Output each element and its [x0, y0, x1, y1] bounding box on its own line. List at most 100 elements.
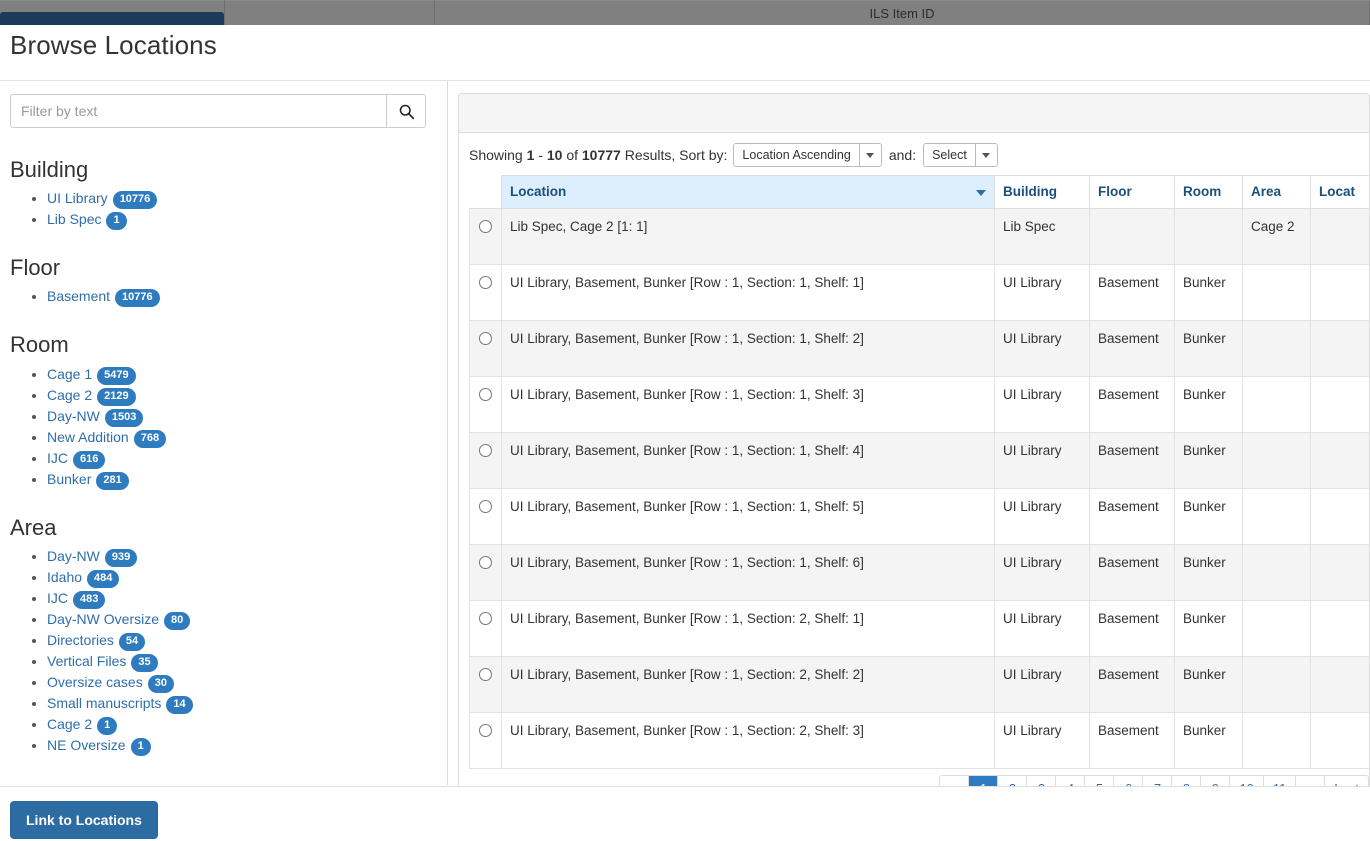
row-select-cell[interactable]: [469, 320, 502, 377]
cell-floor: Basement: [1089, 656, 1175, 713]
row-select-cell[interactable]: [469, 600, 502, 657]
column-header-room[interactable]: Room: [1174, 175, 1243, 209]
facet-link-vertical-files[interactable]: Vertical Files: [47, 653, 126, 669]
facet-link-ijc[interactable]: IJC: [47, 590, 68, 606]
table-row[interactable]: UI Library, Basement, Bunker [Row : 1, S…: [469, 544, 1369, 601]
row-select-radio[interactable]: [479, 388, 492, 401]
cell-location-code: [1310, 712, 1369, 769]
facet-link-oversize-cases[interactable]: Oversize cases: [47, 674, 143, 690]
facet-link-day-nw-oversize[interactable]: Day-NW Oversize: [47, 611, 159, 627]
facet-item: Cage 2 1: [47, 714, 437, 735]
filter-input[interactable]: [10, 94, 386, 128]
cell-floor: Basement: [1089, 320, 1175, 377]
row-select-cell[interactable]: [469, 712, 502, 769]
row-select-cell[interactable]: [469, 656, 502, 713]
row-select-cell[interactable]: [469, 264, 502, 321]
column-header-area[interactable]: Area: [1242, 175, 1311, 209]
facet-link-ne-oversize[interactable]: NE Oversize: [47, 737, 126, 753]
facet-link-small-manuscripts[interactable]: Small manuscripts: [47, 695, 161, 711]
results-label: Results, Sort by:: [624, 147, 728, 163]
tab-ils-item-id[interactable]: ILS Item ID: [435, 0, 1370, 25]
sort-descending-icon: [976, 190, 986, 196]
facet-link-idaho[interactable]: Idaho: [47, 569, 82, 585]
facet-item: Lib Spec 1: [47, 209, 437, 231]
facet-item: Vertical Files 35: [47, 651, 437, 672]
facet-count-badge: 2129: [97, 387, 136, 406]
facet-link-day-nw[interactable]: Day-NW: [47, 548, 100, 564]
column-header-floor[interactable]: Floor: [1089, 175, 1175, 209]
row-select-radio[interactable]: [479, 500, 492, 513]
facet-count-badge: 54: [118, 632, 146, 651]
sort-secondary-select[interactable]: Select: [923, 143, 998, 167]
tab-second[interactable]: [225, 0, 435, 25]
facet-item: Idaho 484: [47, 567, 437, 588]
row-select-radio[interactable]: [479, 332, 492, 345]
facet-link-cage-2[interactable]: Cage 2: [47, 387, 92, 403]
search-button[interactable]: [386, 94, 426, 128]
facet-link-directories[interactable]: Directories: [47, 632, 114, 648]
row-select-cell[interactable]: [469, 208, 502, 265]
top-tab-strip: ILS Item ID: [0, 0, 1370, 25]
range-dash: -: [538, 147, 543, 163]
column-header-building[interactable]: Building: [994, 175, 1090, 209]
row-select-cell[interactable]: [469, 432, 502, 489]
row-select-radio[interactable]: [479, 556, 492, 569]
table-row[interactable]: UI Library, Basement, Bunker [Row : 1, S…: [469, 432, 1369, 489]
facet-count-badge: 616: [73, 450, 106, 469]
sort-primary-chevron-down-icon[interactable]: [858, 144, 881, 166]
cell-location: UI Library, Basement, Bunker [Row : 1, S…: [501, 432, 995, 489]
cell-location: UI Library, Basement, Bunker [Row : 1, S…: [501, 712, 995, 769]
facet-link-basement[interactable]: Basement: [47, 288, 110, 304]
row-select-radio[interactable]: [479, 612, 492, 625]
table-row[interactable]: Lib Spec, Cage 2 [1: 1] Lib Spec Cage 2: [469, 208, 1369, 265]
column-header-location[interactable]: Location: [501, 175, 995, 209]
cell-building: UI Library: [994, 600, 1090, 657]
row-select-radio[interactable]: [479, 220, 492, 233]
row-select-cell[interactable]: [469, 488, 502, 545]
facet-link-lib-spec[interactable]: Lib Spec: [47, 211, 101, 227]
table-row[interactable]: UI Library, Basement, Bunker [Row : 1, S…: [469, 656, 1369, 713]
row-select-radio[interactable]: [479, 724, 492, 737]
column-header-building-label: Building: [1003, 184, 1057, 199]
range-start: 1: [526, 147, 535, 163]
cell-floor: Basement: [1089, 600, 1175, 657]
cell-building: UI Library: [994, 544, 1090, 601]
cell-building: Lib Spec: [994, 208, 1090, 265]
cell-room: Bunker: [1174, 488, 1243, 545]
table-row[interactable]: UI Library, Basement, Bunker [Row : 1, S…: [469, 376, 1369, 433]
facet-count-badge: 484: [87, 569, 120, 588]
of-label: of: [566, 147, 578, 163]
cell-room: Bunker: [1174, 544, 1243, 601]
cell-building: UI Library: [994, 712, 1090, 769]
facet-link-ijc[interactable]: IJC: [47, 450, 68, 466]
table-row[interactable]: UI Library, Basement, Bunker [Row : 1, S…: [469, 320, 1369, 377]
facet-link-bunker[interactable]: Bunker: [47, 471, 91, 487]
row-select-radio[interactable]: [479, 276, 492, 289]
table-row[interactable]: UI Library, Basement, Bunker [Row : 1, S…: [469, 264, 1369, 321]
facet-link-new-addition[interactable]: New Addition: [47, 429, 129, 445]
cell-floor: [1089, 208, 1175, 265]
row-select-radio[interactable]: [479, 668, 492, 681]
facet-link-day-nw[interactable]: Day-NW: [47, 408, 100, 424]
facet-item: Small manuscripts 14: [47, 693, 437, 714]
cell-building: UI Library: [994, 432, 1090, 489]
filter-row: [10, 94, 426, 128]
row-select-cell[interactable]: [469, 376, 502, 433]
sort-primary-select[interactable]: Location Ascending: [733, 143, 882, 167]
table-row[interactable]: UI Library, Basement, Bunker [Row : 1, S…: [469, 488, 1369, 545]
link-to-locations-button[interactable]: Link to Locations: [10, 801, 158, 839]
facet-link-ui-library[interactable]: UI Library: [47, 190, 108, 206]
column-header-location-code[interactable]: Locat: [1310, 175, 1369, 209]
row-select-cell[interactable]: [469, 544, 502, 601]
column-header-select: [469, 175, 502, 209]
cell-area: [1242, 712, 1311, 769]
cell-floor: Basement: [1089, 712, 1175, 769]
cell-floor: Basement: [1089, 544, 1175, 601]
table-row[interactable]: UI Library, Basement, Bunker [Row : 1, S…: [469, 712, 1369, 769]
cell-location: UI Library, Basement, Bunker [Row : 1, S…: [501, 544, 995, 601]
row-select-radio[interactable]: [479, 444, 492, 457]
sort-secondary-chevron-down-icon[interactable]: [974, 144, 997, 166]
table-row[interactable]: UI Library, Basement, Bunker [Row : 1, S…: [469, 600, 1369, 657]
facet-link-cage-1[interactable]: Cage 1: [47, 366, 92, 382]
facet-link-cage-2[interactable]: Cage 2: [47, 716, 92, 732]
